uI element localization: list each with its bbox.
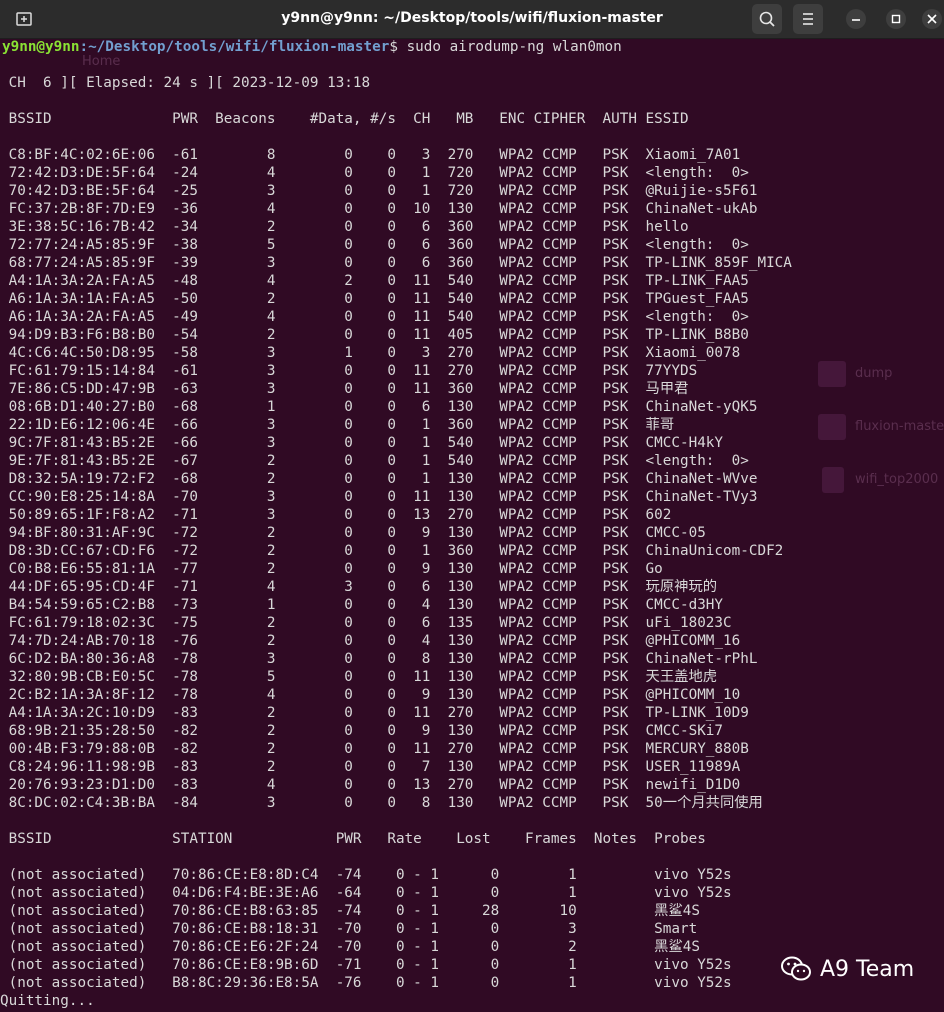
ap-row: 2C:B2:1A:3A:8F:12 -78 4 0 0 9 130 WPA2 C…	[0, 687, 741, 703]
ap-row: 6C:D2:BA:80:36:A8 -78 3 0 0 8 130 WPA2 C…	[0, 651, 758, 667]
station-row: (not associated) 70:86:CE:E6:2F:24 -70 0…	[0, 939, 700, 955]
station-row: (not associated) 70:86:CE:E8:9B:6D -71 0…	[0, 957, 732, 973]
ap-row: FC:37:2B:8F:7D:E9 -36 4 0 0 10 130 WPA2 …	[0, 201, 758, 217]
minimize-button[interactable]	[846, 9, 866, 29]
ap-row: 68:77:24:A5:85:9F -39 3 0 0 6 360 WPA2 C…	[0, 255, 792, 271]
title-bar: y9nn@y9nn: ~/Desktop/tools/wifi/fluxion-…	[0, 0, 944, 39]
ap-row: 74:7D:24:AB:70:18 -76 2 0 0 4 130 WPA2 C…	[0, 633, 741, 649]
wechat-icon	[781, 956, 811, 981]
station-row: (not associated) 70:86:CE:B8:63:85 -74 0…	[0, 903, 700, 919]
quitting-line: Quitting...	[0, 993, 95, 1009]
ap-row: CC:90:E8:25:14:8A -70 3 0 0 11 130 WPA2 …	[0, 489, 758, 505]
ghost-folder-icon	[818, 414, 846, 440]
ghost-file-label: wifi_top2000	[855, 472, 939, 487]
station-row: (not associated) 04:D6:F4:BE:3E:A6 -64 0…	[0, 885, 732, 901]
ap-row: A6:1A:3A:2A:FA:A5 -49 4 0 0 11 540 WPA2 …	[0, 309, 749, 325]
prompt-user: y9nn@y9nn	[2, 39, 80, 55]
ap-row: 94:BF:80:31:AF:9C -72 2 0 0 9 130 WPA2 C…	[0, 525, 706, 541]
command-line: y9nn@y9nn:~/Desktop/tools/wifi/fluxion-m…	[2, 38, 622, 56]
prompt-path: :~/Desktop/tools/wifi/fluxion-master	[79, 39, 390, 55]
ap-row: 94:D9:B3:F6:B8:B0 -54 2 0 0 11 405 WPA2 …	[0, 327, 749, 343]
ap-row: C8:BF:4C:02:6E:06 -61 8 0 0 3 270 WPA2 C…	[0, 147, 741, 163]
ap-row: 20:76:93:23:D1:D0 -83 4 0 0 13 270 WPA2 …	[0, 777, 741, 793]
ap-row: FC:61:79:15:14:84 -61 3 0 0 11 270 WPA2 …	[0, 363, 698, 379]
command-text: sudo airodump-ng wlan0mon	[406, 39, 622, 55]
ap-row: B4:54:59:65:C2:B8 -73 1 0 0 4 130 WPA2 C…	[0, 597, 724, 613]
station-row: (not associated) 70:86:CE:E8:8D:C4 -74 0…	[0, 867, 732, 883]
close-button[interactable]	[922, 9, 942, 29]
ap-row: C8:24:96:11:98:9B -83 2 0 0 7 130 WPA2 C…	[0, 759, 741, 775]
search-button[interactable]	[752, 4, 782, 34]
ap-table-header: BSSID PWR Beacons #Data, #/s CH MB ENC C…	[0, 111, 689, 127]
ghost-home-label: Home	[82, 54, 121, 69]
search-icon	[759, 11, 775, 27]
maximize-button[interactable]	[886, 9, 906, 29]
prompt-symbol: $	[389, 39, 407, 55]
ghost-file-icon	[822, 467, 844, 493]
ap-row: 8C:DC:02:C4:3B:BA -84 3 0 0 8 130 WPA2 C…	[0, 795, 763, 811]
minimize-icon	[852, 19, 860, 21]
terminal-area[interactable]: Home dump fluxion-maste wifi_top2000 y9n…	[0, 38, 944, 1012]
station-row: (not associated) 70:86:CE:B8:18:31 -70 0…	[0, 921, 698, 937]
status-line: CH 6 ][ Elapsed: 24 s ][ 2023-12-09 13:1…	[0, 75, 371, 91]
ap-row: A6:1A:3A:1A:FA:A5 -50 2 0 0 11 540 WPA2 …	[0, 291, 749, 307]
hamburger-menu-icon	[803, 13, 813, 25]
ap-row: 08:6B:D1:40:27:B0 -68 1 0 0 6 130 WPA2 C…	[0, 399, 758, 415]
ap-row: D8:3D:CC:67:CD:F6 -72 2 0 0 1 360 WPA2 C…	[0, 543, 784, 559]
ap-row: 44:DF:65:95:CD:4F -71 4 3 0 6 130 WPA2 C…	[0, 579, 718, 595]
ap-row: 9E:7F:81:43:B5:2E -67 2 0 0 1 540 WPA2 C…	[0, 453, 749, 469]
ap-row: FC:61:79:18:02:3C -75 2 0 0 6 135 WPA2 C…	[0, 615, 732, 631]
maximize-icon	[891, 14, 901, 24]
ghost-folder-label: dump	[855, 366, 893, 381]
ap-row: 22:1D:E6:12:06:4E -66 3 0 0 1 360 WPA2 C…	[0, 417, 675, 433]
ap-row: C0:B8:E6:55:81:1A -77 2 0 0 9 130 WPA2 C…	[0, 561, 663, 577]
station-row: (not associated) B8:8C:29:36:E8:5A -76 0…	[0, 975, 732, 991]
ap-row: 68:9B:21:35:28:50 -82 2 0 0 9 130 WPA2 C…	[0, 723, 724, 739]
ap-row: D8:32:5A:19:72:F2 -68 2 0 0 1 130 WPA2 C…	[0, 471, 758, 487]
ghost-folder-icon	[818, 361, 846, 387]
menu-button[interactable]	[793, 4, 823, 34]
ap-row: 50:89:65:1F:F8:A2 -71 3 0 0 13 270 WPA2 …	[0, 507, 672, 523]
ap-row: 72:77:24:A5:85:9F -38 5 0 0 6 360 WPA2 C…	[0, 237, 749, 253]
close-icon	[927, 14, 937, 24]
ap-row: 32:80:9B:CB:E0:5C -78 5 0 0 11 130 WPA2 …	[0, 669, 718, 685]
ap-row: A4:1A:3A:2C:10:D9 -83 2 0 0 11 270 WPA2 …	[0, 705, 749, 721]
ap-row: 4C:C6:4C:50:D8:95 -58 3 1 0 3 270 WPA2 C…	[0, 345, 741, 361]
ap-row: A4:1A:3A:2A:FA:A5 -48 4 2 0 11 540 WPA2 …	[0, 273, 749, 289]
watermark-text: A9 Team	[820, 956, 915, 982]
ghost-folder-label: fluxion-maste	[855, 419, 944, 434]
ap-row: 7E:86:C5:DD:47:9B -63 3 0 0 11 360 WPA2 …	[0, 381, 689, 397]
station-table-header: BSSID STATION PWR Rate Lost Frames Notes…	[0, 831, 706, 847]
ap-row: 72:42:D3:DE:5F:64 -24 4 0 0 1 720 WPA2 C…	[0, 165, 749, 181]
ap-row: 3E:38:5C:16:7B:42 -34 2 0 0 6 360 WPA2 C…	[0, 219, 689, 235]
watermark: A9 Team	[780, 955, 914, 983]
ap-row: 00:4B:F3:79:88:0B -82 2 0 0 11 270 WPA2 …	[0, 741, 749, 757]
ap-row: 70:42:D3:BE:5F:64 -25 3 0 0 1 720 WPA2 C…	[0, 183, 758, 199]
ap-row: 9C:7F:81:43:B5:2E -66 3 0 0 1 540 WPA2 C…	[0, 435, 724, 451]
